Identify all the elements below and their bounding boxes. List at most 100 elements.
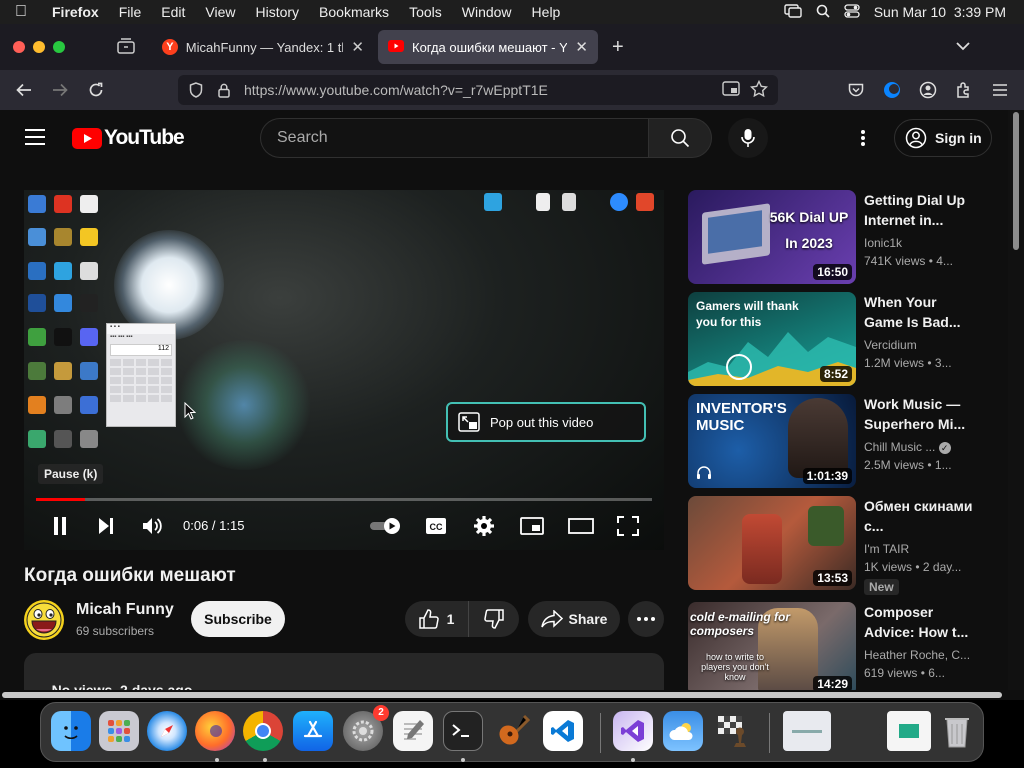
close-tab-icon[interactable]: ✕ bbox=[575, 38, 588, 56]
zoom-window-button[interactable] bbox=[53, 41, 65, 53]
recommended-video[interactable]: 56K Dial UP In 2023 16:50 Getting Dial U… bbox=[688, 190, 988, 286]
video-thumbnail[interactable]: 56K Dial UP In 2023 16:50 bbox=[688, 190, 856, 284]
menu-bookmarks[interactable]: Bookmarks bbox=[309, 4, 399, 20]
guide-menu-icon[interactable] bbox=[24, 128, 46, 151]
menu-tools[interactable]: Tools bbox=[399, 4, 452, 20]
more-settings-icon[interactable] bbox=[860, 128, 866, 153]
channel-name[interactable]: I'm TAIR bbox=[864, 542, 976, 556]
video-title[interactable]: When Your Game Is Bad... bbox=[864, 292, 976, 332]
terminal-icon[interactable] bbox=[443, 711, 483, 751]
new-tab-button[interactable]: + bbox=[612, 36, 624, 59]
menu-edit[interactable]: Edit bbox=[151, 4, 195, 20]
minimize-window-button[interactable] bbox=[33, 41, 45, 53]
channel-name[interactable]: Heather Roche, C... bbox=[864, 648, 976, 662]
pop-out-video-button[interactable]: Pop out this video bbox=[446, 402, 646, 442]
more-actions-button[interactable] bbox=[628, 601, 664, 637]
miniplayer-button[interactable] bbox=[520, 514, 544, 538]
textedit-icon[interactable] bbox=[393, 711, 433, 751]
video-player[interactable]: ▪ ▪ ▪ ▪▪▪ ▪▪▪ ▪▪▪ 112 Pop out this video… bbox=[24, 190, 664, 550]
finder-icon[interactable] bbox=[51, 711, 91, 751]
chrome-icon[interactable] bbox=[243, 711, 283, 751]
channel-name[interactable]: Micah Funny bbox=[76, 601, 174, 619]
spotlight-icon[interactable] bbox=[816, 4, 830, 21]
vertical-scrollbar-thumb[interactable] bbox=[1013, 112, 1019, 250]
video-thumbnail[interactable]: INVENTOR'S MUSIC 1:01:39 bbox=[688, 394, 856, 488]
video-title[interactable]: Work Music — Superhero Mi... bbox=[864, 394, 976, 434]
control-center-icon[interactable] bbox=[844, 3, 860, 21]
menu-help[interactable]: Help bbox=[522, 4, 571, 20]
recommended-video[interactable]: Gamers will thank you for this 8:52 When… bbox=[688, 292, 988, 388]
like-button[interactable]: 1 bbox=[405, 601, 469, 637]
picture-in-picture-url-icon[interactable] bbox=[722, 81, 740, 100]
list-tabs-icon[interactable] bbox=[956, 38, 970, 56]
tracking-protection-icon[interactable] bbox=[186, 82, 206, 98]
system-settings-icon[interactable]: 2 bbox=[343, 705, 389, 751]
guitar-icon[interactable] bbox=[493, 711, 533, 751]
share-button[interactable]: Share bbox=[528, 601, 620, 637]
tab-yandex[interactable]: Y MicahFunny — Yandex: 1 thousand result… bbox=[152, 30, 374, 64]
menu-window[interactable]: Window bbox=[452, 4, 522, 20]
vscode-icon[interactable] bbox=[543, 711, 583, 751]
trash-icon[interactable] bbox=[937, 711, 977, 751]
app-store-icon[interactable] bbox=[293, 711, 333, 751]
forward-icon[interactable] bbox=[48, 78, 72, 102]
search-button[interactable] bbox=[648, 118, 712, 158]
voice-search-button[interactable] bbox=[728, 118, 768, 158]
reload-icon[interactable] bbox=[84, 78, 108, 102]
youtube-logo[interactable]: YouTube bbox=[72, 126, 185, 150]
sign-in-button[interactable]: Sign in bbox=[894, 119, 992, 157]
visual-studio-icon[interactable] bbox=[613, 711, 653, 751]
window-thumb-icon[interactable] bbox=[837, 727, 881, 735]
safari-icon[interactable] bbox=[147, 711, 187, 751]
recommended-video[interactable]: INVENTOR'S MUSIC 1:01:39 Work Music — Su… bbox=[688, 394, 988, 490]
menu-view[interactable]: View bbox=[195, 4, 245, 20]
menu-history[interactable]: History bbox=[245, 4, 309, 20]
video-title[interactable]: Обмен скинами с... bbox=[864, 496, 976, 536]
horizontal-scrollbar-thumb[interactable] bbox=[2, 692, 1002, 698]
window-thumb-icon[interactable] bbox=[783, 711, 831, 751]
firefox-icon[interactable] bbox=[195, 711, 235, 751]
horizontal-scrollbar[interactable] bbox=[0, 690, 1024, 700]
apple-icon[interactable]:  bbox=[0, 3, 42, 21]
url-bar[interactable]: https://www.youtube.com/watch?v=_r7wEppt… bbox=[178, 75, 778, 105]
launchpad-icon[interactable] bbox=[99, 711, 139, 751]
recommended-video[interactable]: cold e-mailing for composers how to writ… bbox=[688, 602, 988, 690]
menu-clock[interactable]: Sun Mar 10 3:39 PM bbox=[874, 4, 1006, 20]
channel-name[interactable]: Chill Music ... ✓ bbox=[864, 440, 976, 454]
theater-mode-button[interactable] bbox=[568, 514, 594, 538]
channel-name[interactable]: Ionic1k bbox=[864, 236, 976, 250]
channel-avatar[interactable] bbox=[24, 600, 64, 640]
fullscreen-button[interactable] bbox=[616, 514, 640, 538]
subscribe-button[interactable]: Subscribe bbox=[191, 601, 285, 637]
pocket-icon[interactable] bbox=[844, 78, 868, 102]
menu-app-name[interactable]: Firefox bbox=[42, 4, 109, 20]
bookmark-star-icon[interactable] bbox=[749, 79, 769, 101]
video-thumbnail[interactable]: cold e-mailing for composers how to writ… bbox=[688, 602, 856, 690]
tab-youtube[interactable]: Когда ошибки мешают - YouTube ✕ bbox=[378, 30, 598, 64]
pause-button[interactable] bbox=[48, 514, 72, 538]
progress-bar[interactable] bbox=[36, 498, 652, 501]
weather-icon[interactable] bbox=[663, 711, 703, 751]
firefox-view-icon[interactable] bbox=[880, 78, 904, 102]
back-icon[interactable] bbox=[12, 78, 36, 102]
subtitles-button[interactable]: CC bbox=[424, 514, 448, 538]
hamburger-menu-icon[interactable] bbox=[988, 78, 1012, 102]
mute-button[interactable] bbox=[140, 514, 166, 538]
description-box[interactable]: No views 2 days ago bbox=[24, 653, 664, 690]
settings-button[interactable] bbox=[472, 514, 496, 538]
extensions-icon[interactable] bbox=[952, 78, 976, 102]
menu-file[interactable]: File bbox=[109, 4, 152, 20]
dislike-button[interactable] bbox=[469, 601, 519, 637]
lock-icon[interactable] bbox=[214, 83, 234, 98]
close-window-button[interactable] bbox=[13, 41, 25, 53]
chess-icon[interactable] bbox=[713, 711, 753, 751]
next-button[interactable] bbox=[94, 514, 118, 538]
video-title[interactable]: Getting Dial Up Internet in... bbox=[864, 190, 976, 230]
account-icon[interactable] bbox=[916, 78, 940, 102]
window-thumb-icon[interactable] bbox=[887, 711, 931, 751]
video-thumbnail[interactable]: 13:53 bbox=[688, 496, 856, 590]
search-input[interactable]: Search bbox=[260, 118, 648, 158]
video-title[interactable]: Composer Advice: How t... bbox=[864, 602, 976, 642]
close-tab-icon[interactable]: ✕ bbox=[351, 38, 364, 56]
channel-name[interactable]: Vercidium bbox=[864, 338, 976, 352]
